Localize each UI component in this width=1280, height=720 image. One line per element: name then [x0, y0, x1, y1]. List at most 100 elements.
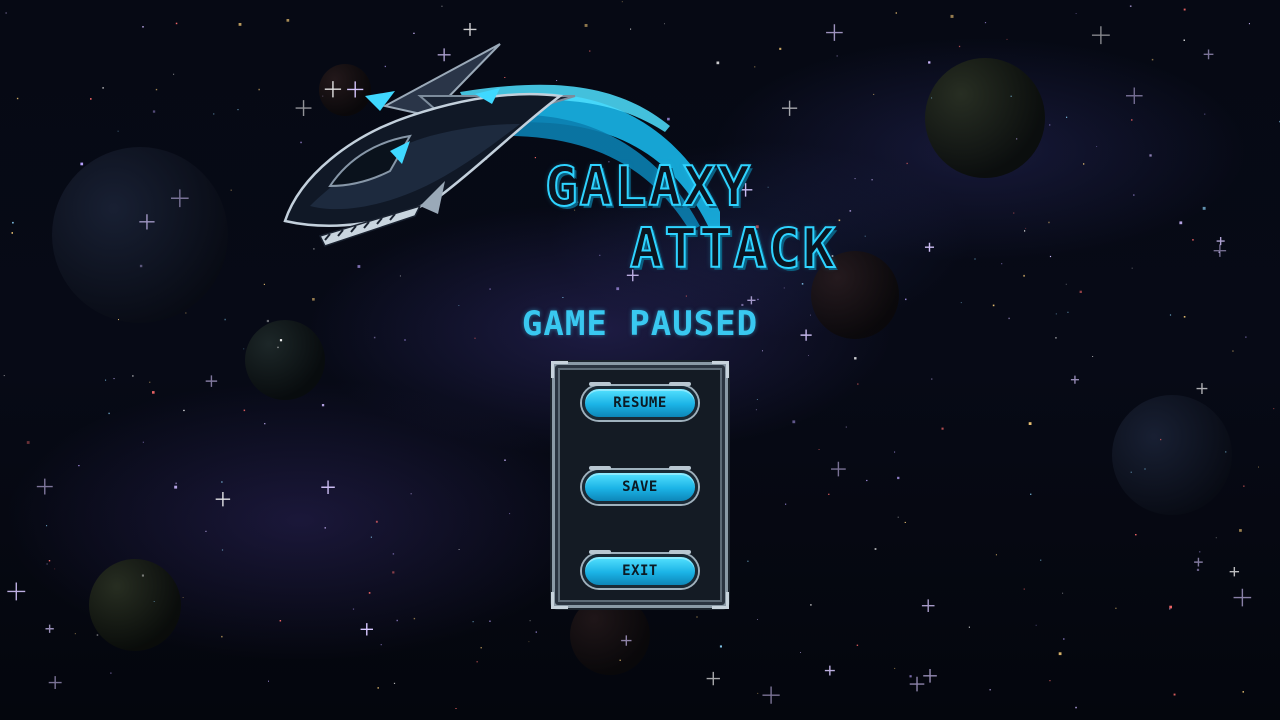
star: [142, 441, 144, 443]
star: [968, 626, 970, 628]
star: [258, 88, 260, 91]
star: [1049, 680, 1051, 682]
star: [1083, 163, 1085, 165]
star: [1040, 559, 1042, 561]
star: [783, 287, 785, 289]
star: [1144, 468, 1146, 470]
pause-menu-panel: RESUME SAVE EXIT: [551, 361, 729, 609]
sparkle-star: [205, 375, 218, 387]
star: [1131, 267, 1133, 269]
star: [324, 527, 326, 529]
star: [810, 604, 812, 606]
star: [312, 298, 315, 301]
save-button-label: SAVE: [622, 479, 658, 495]
exit-button[interactable]: EXIT: [582, 550, 698, 588]
star: [80, 162, 84, 166]
star: [108, 412, 110, 415]
star: [46, 563, 48, 565]
star: [286, 19, 290, 22]
star: [1048, 221, 1050, 224]
star: [174, 485, 178, 489]
star: [221, 549, 224, 551]
star: [1066, 116, 1068, 118]
star: [441, 5, 443, 7]
star: [755, 409, 757, 411]
star: [616, 287, 620, 291]
star: [1243, 485, 1245, 487]
sparkle-star: [1194, 557, 1203, 567]
star: [873, 93, 875, 95]
star: [152, 110, 156, 113]
star: [762, 350, 763, 352]
star: [1169, 605, 1172, 609]
star: [974, 258, 976, 260]
star: [1096, 146, 1098, 147]
star: [413, 32, 415, 34]
star: [1204, 113, 1206, 115]
star: [984, 22, 987, 24]
star: [105, 379, 107, 381]
star: [1016, 138, 1018, 140]
star: [584, 24, 588, 27]
sparkle-star: [923, 668, 937, 683]
star: [894, 451, 896, 453]
star: [230, 189, 232, 191]
sparkle-star: [924, 242, 935, 252]
resume-button-label: RESUME: [613, 395, 667, 411]
sparkle-star: [824, 665, 835, 676]
star: [1092, 356, 1094, 357]
star: [110, 672, 112, 674]
star: [243, 348, 245, 350]
star: [630, 28, 632, 30]
game-paused-heading: GAME PAUSED: [521, 304, 759, 344]
sparkle-star: [48, 676, 62, 690]
star: [685, 295, 687, 297]
star: [779, 47, 782, 50]
star: [856, 644, 859, 646]
resume-button[interactable]: RESUME: [582, 382, 698, 420]
star: [237, 109, 239, 111]
star: [696, 616, 698, 618]
sparkle-star: [321, 480, 335, 495]
sparkle-star: [909, 676, 925, 692]
star: [455, 708, 457, 709]
star: [619, 659, 621, 661]
star: [5, 12, 7, 14]
star: [897, 516, 899, 518]
star: [801, 283, 804, 285]
star: [904, 521, 906, 523]
star: [399, 275, 401, 277]
star: [897, 476, 900, 480]
star: [375, 520, 378, 523]
star: [16, 97, 19, 100]
star: [173, 73, 175, 75]
star: [1183, 8, 1186, 11]
star: [458, 549, 460, 550]
star: [277, 346, 279, 349]
star: [989, 689, 991, 691]
planet-bottom-left: [89, 559, 181, 651]
star: [828, 493, 830, 495]
save-button[interactable]: SAVE: [582, 466, 698, 504]
star: [941, 427, 944, 430]
star: [377, 687, 379, 689]
star: [1239, 529, 1242, 532]
star: [1062, 592, 1064, 594]
star: [413, 617, 416, 620]
star: [1001, 263, 1003, 265]
game-logo-title: GALAXY ATTACK: [540, 159, 900, 280]
star: [1049, 255, 1052, 258]
logo-word-attack: ATTACK: [629, 217, 838, 280]
star: [263, 283, 265, 285]
star: [141, 574, 144, 577]
star: [1199, 551, 1201, 553]
star: [489, 620, 491, 622]
star: [1242, 691, 1244, 693]
planet-large-left: [52, 147, 228, 323]
star: [1225, 451, 1227, 453]
sparkle-star: [1233, 588, 1252, 607]
star: [905, 298, 907, 301]
sparkle-star: [1203, 49, 1214, 60]
star: [845, 426, 847, 428]
star: [1129, 5, 1132, 7]
